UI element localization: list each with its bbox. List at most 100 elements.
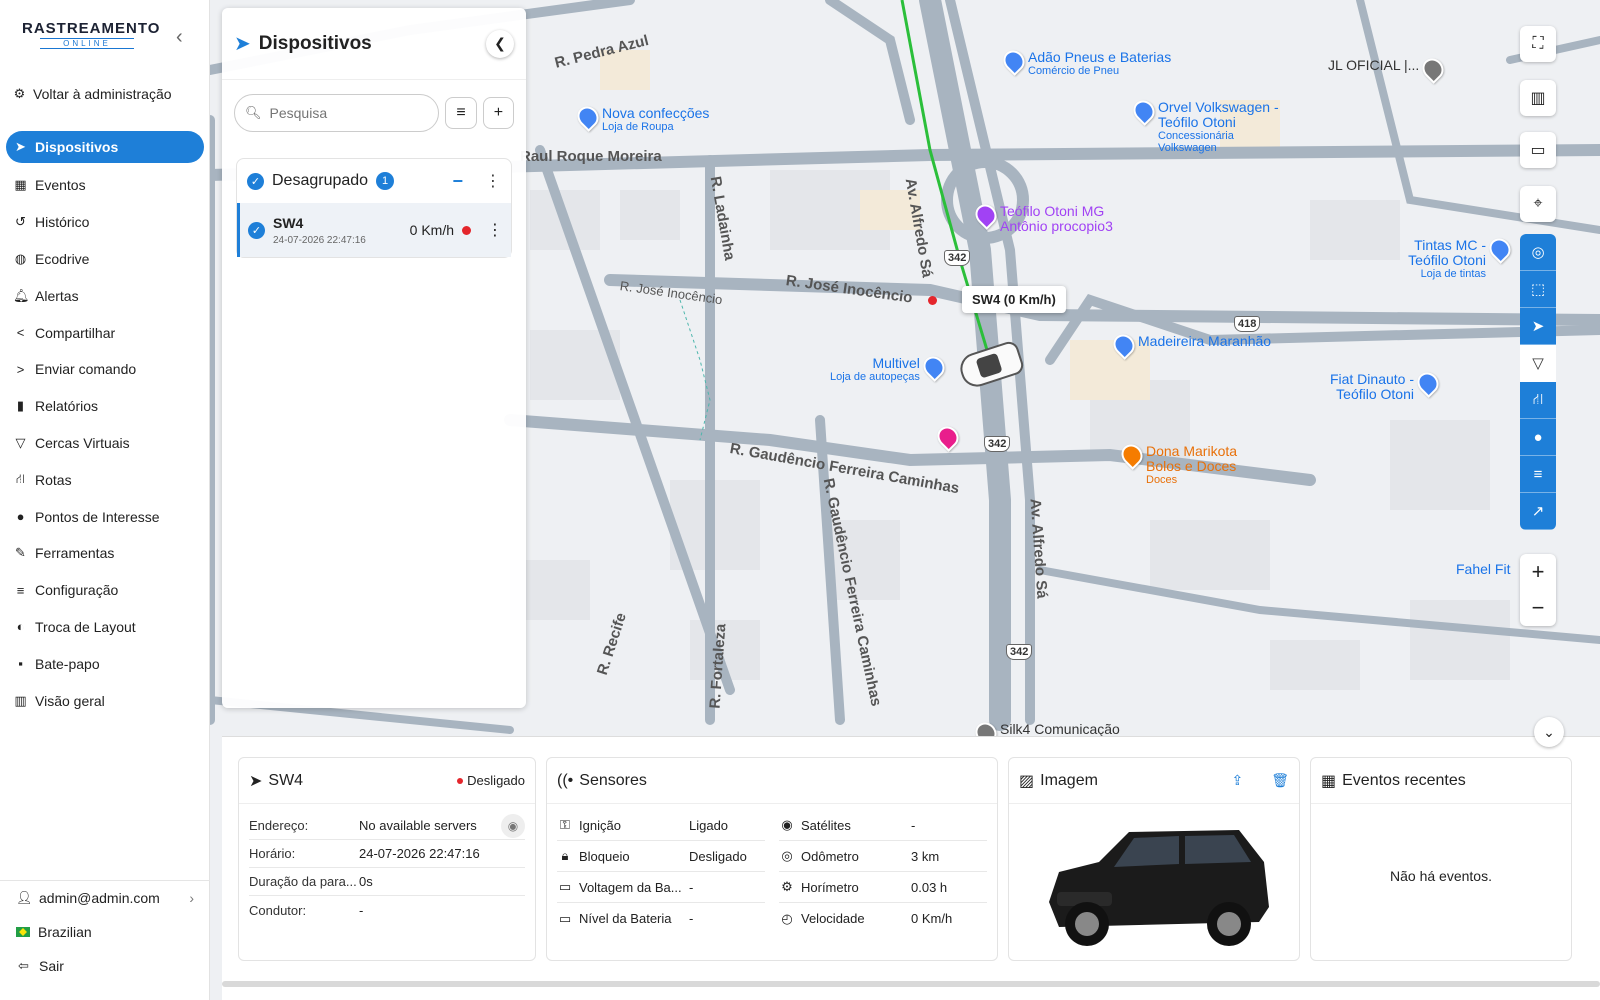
sidebar-item-label: Configuração xyxy=(35,582,119,599)
map-layers-button[interactable]: ▥ xyxy=(1520,80,1556,116)
map-icon: ▥ xyxy=(1530,90,1546,107)
sidebar-collapse-button[interactable]: ‹ xyxy=(176,26,183,49)
speedometer-icon: ◴ xyxy=(781,910,793,926)
poi-marker[interactable]: Tintas MC - Teófilo Otoni Loja de tintas xyxy=(1376,234,1515,280)
sensors-title: Sensores xyxy=(579,771,647,789)
poi-marker[interactable]: Fiat Dinauto - Teófilo Otoni xyxy=(1320,368,1443,402)
sidebar-item-cercas-virtuais[interactable]: ▽ Cercas Virtuais xyxy=(6,425,204,462)
image-icon: ▨ xyxy=(1019,772,1035,790)
sensor-value: 0 Km/h xyxy=(911,911,953,926)
image-card-title: Imagem xyxy=(1040,771,1098,789)
sidebar-item-troca-de-layout[interactable]: ◐ Troca de Layout xyxy=(6,609,204,646)
device-search-input[interactable] xyxy=(269,105,420,121)
eye-icon[interactable]: ◉ xyxy=(501,813,525,838)
sensor-row: ⚙ Horímetro 0.03 h xyxy=(779,872,987,903)
sensor-value: 3 km xyxy=(911,848,940,864)
user-gear-icon: ⚙ xyxy=(13,86,26,101)
device-menu-button[interactable]: ⋮ xyxy=(487,220,503,240)
list-view-button[interactable]: ≡ xyxy=(445,97,477,129)
chevron-right-icon: › xyxy=(189,890,194,906)
device-info-header: ➤ SW4 Desligado xyxy=(239,758,535,804)
poi-marker[interactable]: Madeireira Maranhão xyxy=(1109,330,1271,360)
horizontal-scrollbar[interactable] xyxy=(222,981,1600,987)
user-menu[interactable]: 👤︎ admin@admin.com › xyxy=(0,881,210,915)
sidebar-item-bate-papo[interactable]: ▪ Bate-papo xyxy=(6,645,204,682)
poi-pin-icon xyxy=(1129,96,1159,126)
sensor-row: ▭ Voltagem da Ba... - xyxy=(557,872,765,903)
poi-marker[interactable]: Dona Marikota Bolos e Doces Doces xyxy=(1117,440,1256,486)
map-pin-icon: ● xyxy=(16,509,25,525)
toggle-road-button[interactable]: ⛙ xyxy=(1520,382,1556,419)
vehicle-position-dot xyxy=(928,296,937,305)
device-group-header[interactable]: ✓ Desagrupado 1 − ⋮ xyxy=(237,159,511,203)
sidebar: RASTREAMENTO ONLINE ‹ ⚙ Voltar à adminis… xyxy=(0,0,210,1000)
poi-marker[interactable]: Teófilo Otoni MG Antônio procopio3 xyxy=(971,200,1140,234)
poi-marker-hotel[interactable] xyxy=(933,422,963,452)
sensor-row: ⚿ Ignição Ligado xyxy=(557,810,765,841)
devices-panel-header: ➤ Dispositivos ❮ xyxy=(222,8,526,80)
sidebar-item-configuracao[interactable]: ≡ Configuração xyxy=(6,572,204,609)
poi-marker[interactable]: Adão Pneus e Baterias Comércio de Pneu xyxy=(999,46,1171,77)
ruler-button[interactable]: ▭ xyxy=(1520,132,1556,168)
sensor-key: Ignição xyxy=(579,817,621,833)
toggle-poi-button[interactable]: ● xyxy=(1520,419,1556,456)
sensor-wave-icon: ((• xyxy=(557,771,574,789)
add-device-button[interactable]: + xyxy=(482,97,515,129)
sidebar-item-pontos-de-interesse[interactable]: ● Pontos de Interesse xyxy=(6,498,204,535)
toggle-follow-button[interactable]: ➤ xyxy=(1520,308,1556,345)
fullscreen-button[interactable]: ⛶ xyxy=(1520,26,1556,62)
chevron-down-icon: ⌄ xyxy=(1543,723,1555,740)
no-events-message: Não há eventos. xyxy=(1390,868,1492,884)
sidebar-item-ecodrive[interactable]: ◍ Ecodrive xyxy=(6,241,204,278)
bottom-panel-toggle-button[interactable]: ⌄ xyxy=(1534,717,1564,747)
fullscreen-icon: ⛶ xyxy=(1532,35,1544,52)
sidebar-item-alertas[interactable]: 🔔︎ Alertas xyxy=(6,277,204,314)
info-key: Horário: xyxy=(249,846,296,861)
poi-marker[interactable]: JL OFICIAL |... xyxy=(1328,54,1449,84)
delete-button[interactable]: 🗑︎ xyxy=(1271,772,1289,789)
toggle-fit-button[interactable]: ⬚ xyxy=(1520,271,1556,308)
group-checkbox[interactable]: ✓ xyxy=(247,172,264,190)
toggle-labels-button[interactable]: ≡ xyxy=(1520,456,1556,493)
upload-button[interactable]: ⇪ xyxy=(1231,772,1243,789)
device-checkbox[interactable]: ✓ xyxy=(248,221,265,239)
info-key: Duração da para... xyxy=(249,874,357,889)
back-to-admin-link[interactable]: ⚙ Voltar à administração xyxy=(12,86,172,102)
poi-marker[interactable]: Orvel Volkswagen - Teófilo Otoni Concessi… xyxy=(1129,96,1288,154)
sidebar-item-compartilhar[interactable]: < Compartilhar xyxy=(6,314,204,351)
sidebar-item-relatorios[interactable]: ▮ Relatórios xyxy=(6,388,204,425)
brand-logo[interactable]: RASTREAMENTO ONLINE xyxy=(22,20,159,49)
sidebar-item-dispositivos[interactable]: ➤ Dispositivos xyxy=(6,131,204,163)
devices-panel: ➤ Dispositivos ❮ 🔍︎ ≡ + ✓ Desagrupado 1 … xyxy=(222,8,526,708)
sensor-value: Ligado xyxy=(689,817,729,833)
list-icon: ≡ xyxy=(456,104,466,121)
zoom-out-button[interactable]: − xyxy=(1520,590,1556,626)
sidebar-item-rotas[interactable]: ⛙ Rotas xyxy=(6,461,204,498)
vehicle-tooltip[interactable]: SW4 (0 Km/h) xyxy=(962,286,1066,313)
toggle-direction-button[interactable]: ↗ xyxy=(1520,493,1556,530)
poi-marker[interactable]: Multivel Loja de autopeças xyxy=(830,352,949,383)
zoom-in-button[interactable]: + xyxy=(1520,554,1556,590)
sidebar-item-eventos[interactable]: ▦ Eventos xyxy=(6,167,204,204)
sidebar-item-label: Cercas Virtuais xyxy=(35,434,130,451)
sidebar-item-enviar-comando[interactable]: > Enviar comando xyxy=(6,351,204,388)
poi-marker[interactable]: Fahel Fit xyxy=(1456,562,1510,577)
locate-button[interactable]: ⌖ xyxy=(1520,186,1556,222)
info-value: No available servers xyxy=(359,818,477,833)
collapse-group-button[interactable]: − xyxy=(452,171,463,192)
geofence-circle-icon: ◎ xyxy=(1531,244,1545,261)
logout-button[interactable]: ⇦ Sair xyxy=(0,949,210,983)
poi-pin-icon xyxy=(1109,330,1139,360)
toggle-routes-button[interactable]: ▽ xyxy=(1520,345,1556,382)
group-menu-button[interactable]: ⋮ xyxy=(485,171,501,191)
calendar-icon: ▦ xyxy=(14,177,27,193)
device-row[interactable]: ✓ SW4 24-07-2026 22:47:16 0 Km/h ⋮ xyxy=(237,203,511,257)
language-selector[interactable]: Brazilian xyxy=(0,915,210,949)
sidebar-item-visao-geral[interactable]: ▥ Visão geral xyxy=(6,682,204,719)
sidebar-item-ferramentas[interactable]: ✎ Ferramentas xyxy=(6,535,204,572)
poi-marker[interactable]: Nova confecções Loja de Roupa xyxy=(573,102,709,133)
sidebar-item-historico[interactable]: ↺ Histórico xyxy=(6,204,204,241)
sidebar-item-label: Bate-papo xyxy=(35,655,100,672)
toggle-geofences-button[interactable]: ◎ xyxy=(1520,234,1556,271)
devices-panel-collapse-button[interactable]: ❮ xyxy=(486,29,514,58)
